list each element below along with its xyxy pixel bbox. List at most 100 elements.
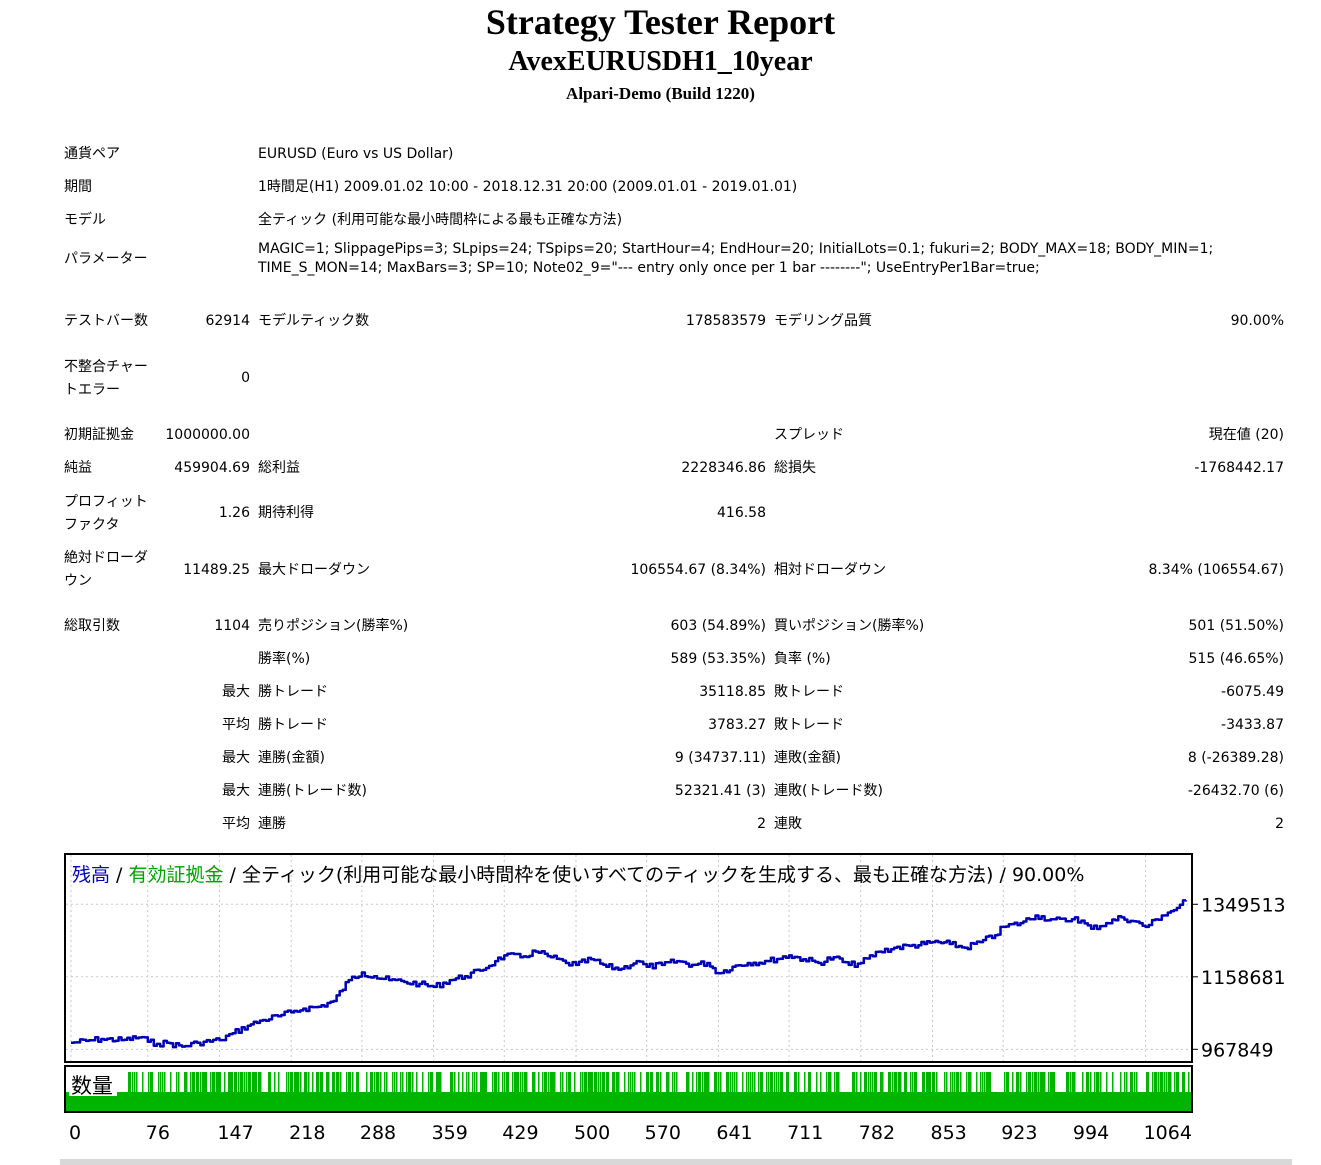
- volume-bar: [698, 1072, 701, 1094]
- volume-bar: [128, 1072, 131, 1094]
- volume-bar: [780, 1072, 783, 1094]
- volume-bar: [582, 1072, 584, 1094]
- gross-loss-label: 総損失: [774, 460, 816, 476]
- long-positions-value: 501 (51.50%): [1188, 618, 1284, 634]
- volume-bar: [750, 1072, 752, 1094]
- volume-bar: [1038, 1072, 1040, 1094]
- volume-bar: [496, 1072, 498, 1094]
- volume-bar: [278, 1072, 280, 1094]
- volume-bar: [1166, 1072, 1168, 1094]
- volume-bar: [544, 1072, 547, 1094]
- y-tick-label: 1349513: [1201, 894, 1286, 916]
- volume-bars: [128, 1072, 1190, 1094]
- volume-bar: [870, 1072, 872, 1094]
- volume-bar: [328, 1072, 330, 1094]
- x-tick-label: 782: [859, 1122, 895, 1144]
- volume-bar: [286, 1072, 288, 1094]
- volume-bar: [728, 1072, 730, 1094]
- report-server: Alpari-Demo (Build 1220): [566, 84, 755, 103]
- report-title: Strategy Tester Report: [485, 2, 836, 42]
- x-tick-label: 76: [146, 1122, 170, 1144]
- volume-bar: [242, 1072, 244, 1094]
- volume-bar: [630, 1072, 632, 1094]
- max-consec-prefix: 最大: [222, 750, 250, 766]
- volume-bar: [882, 1072, 884, 1094]
- volume-bar: [1124, 1072, 1126, 1094]
- volume-bar: [640, 1072, 642, 1094]
- volume-bar: [288, 1072, 290, 1094]
- volume-bar: [774, 1072, 776, 1094]
- volume-bar: [1036, 1072, 1038, 1094]
- volume-bar: [1006, 1072, 1009, 1094]
- volume-bar: [730, 1072, 732, 1094]
- volume-bar: [466, 1072, 468, 1094]
- volume-bar: [754, 1072, 756, 1094]
- volume-bar: [554, 1072, 556, 1094]
- volume-bar: [340, 1072, 342, 1094]
- volume-bar: [402, 1072, 404, 1094]
- volume-bar: [134, 1072, 136, 1094]
- deposit-label: 初期証拠金: [64, 427, 134, 443]
- volume-bar: [1020, 1072, 1022, 1094]
- volume-bar: [230, 1072, 233, 1094]
- largest-win-label: 勝トレード: [258, 684, 328, 700]
- volume-bar: [462, 1072, 464, 1094]
- avg-loss-label: 敗トレード: [774, 717, 844, 733]
- volume-bar: [954, 1072, 956, 1094]
- volume-bar: [718, 1072, 720, 1094]
- volume-bar: [600, 1072, 602, 1094]
- volume-bar: [808, 1072, 811, 1094]
- avg-win-value: 3783.27: [708, 717, 766, 733]
- balance-chart-svg: 残高 / 有効証拠金 / 全ティック(利用可能な最小時間枠を使いすべてのティック…: [64, 853, 1286, 1144]
- win-rate-value: 589 (53.35%): [670, 651, 766, 667]
- volume-bar: [982, 1072, 984, 1094]
- report-table: 通貨ペア EURUSD (Euro vs US Dollar) 期間 1時間足(…: [60, 138, 1288, 841]
- volume-bar: [922, 1072, 925, 1094]
- volume-bar: [646, 1072, 649, 1094]
- net-profit-label: 純益: [64, 460, 92, 476]
- volume-bar: [1156, 1072, 1158, 1094]
- volume-bar: [950, 1072, 952, 1094]
- volume-bar: [196, 1072, 199, 1094]
- avg-consec-losses-label: 連敗: [774, 816, 802, 832]
- volume-bar: [1012, 1072, 1014, 1094]
- y-tick-label: 1158681: [1201, 967, 1286, 989]
- volume-bar: [1098, 1072, 1100, 1094]
- volume-bar: [352, 1072, 354, 1094]
- x-tick-label: 853: [930, 1122, 966, 1144]
- volume-bar: [748, 1072, 750, 1094]
- volume-bar: [650, 1072, 653, 1094]
- volume-bar: [1164, 1072, 1166, 1094]
- volume-bar: [606, 1072, 609, 1094]
- volume-bar: [668, 1072, 670, 1094]
- volume-bar: [868, 1072, 870, 1094]
- volume-base-fill: [66, 1092, 1191, 1111]
- volume-bar: [838, 1072, 840, 1094]
- volume-bar: [936, 1072, 938, 1094]
- volume-bar: [892, 1072, 894, 1094]
- x-tick-label: 994: [1073, 1122, 1109, 1144]
- volume-bar: [308, 1072, 310, 1094]
- volume-bar: [400, 1072, 402, 1094]
- volume-bar: [506, 1072, 509, 1094]
- max-consec-profit-label: 連勝(トレード数): [258, 783, 367, 799]
- volume-bar: [224, 1072, 226, 1094]
- mismatch-value: 0: [241, 370, 250, 386]
- volume-bar: [136, 1072, 138, 1094]
- max-consec-losses-value: 8 (-26389.28): [1187, 750, 1284, 766]
- volume-bar: [410, 1072, 412, 1094]
- volume-bar: [912, 1072, 914, 1094]
- volume-bar: [290, 1072, 293, 1094]
- quality-label: モデリング品質: [774, 313, 872, 329]
- gross-profit-label: 総利益: [258, 460, 300, 476]
- volume-bar: [476, 1072, 478, 1094]
- ticks-label: モデルティック数: [258, 313, 370, 329]
- volume-bar: [248, 1072, 251, 1094]
- volume-bar: [370, 1072, 373, 1094]
- volume-bar: [1188, 1072, 1190, 1094]
- bottom-rule: [60, 1159, 1292, 1165]
- volume-bar: [794, 1072, 797, 1094]
- volume-bar: [512, 1072, 514, 1094]
- volume-bar: [770, 1072, 773, 1094]
- volume-bar: [672, 1072, 674, 1094]
